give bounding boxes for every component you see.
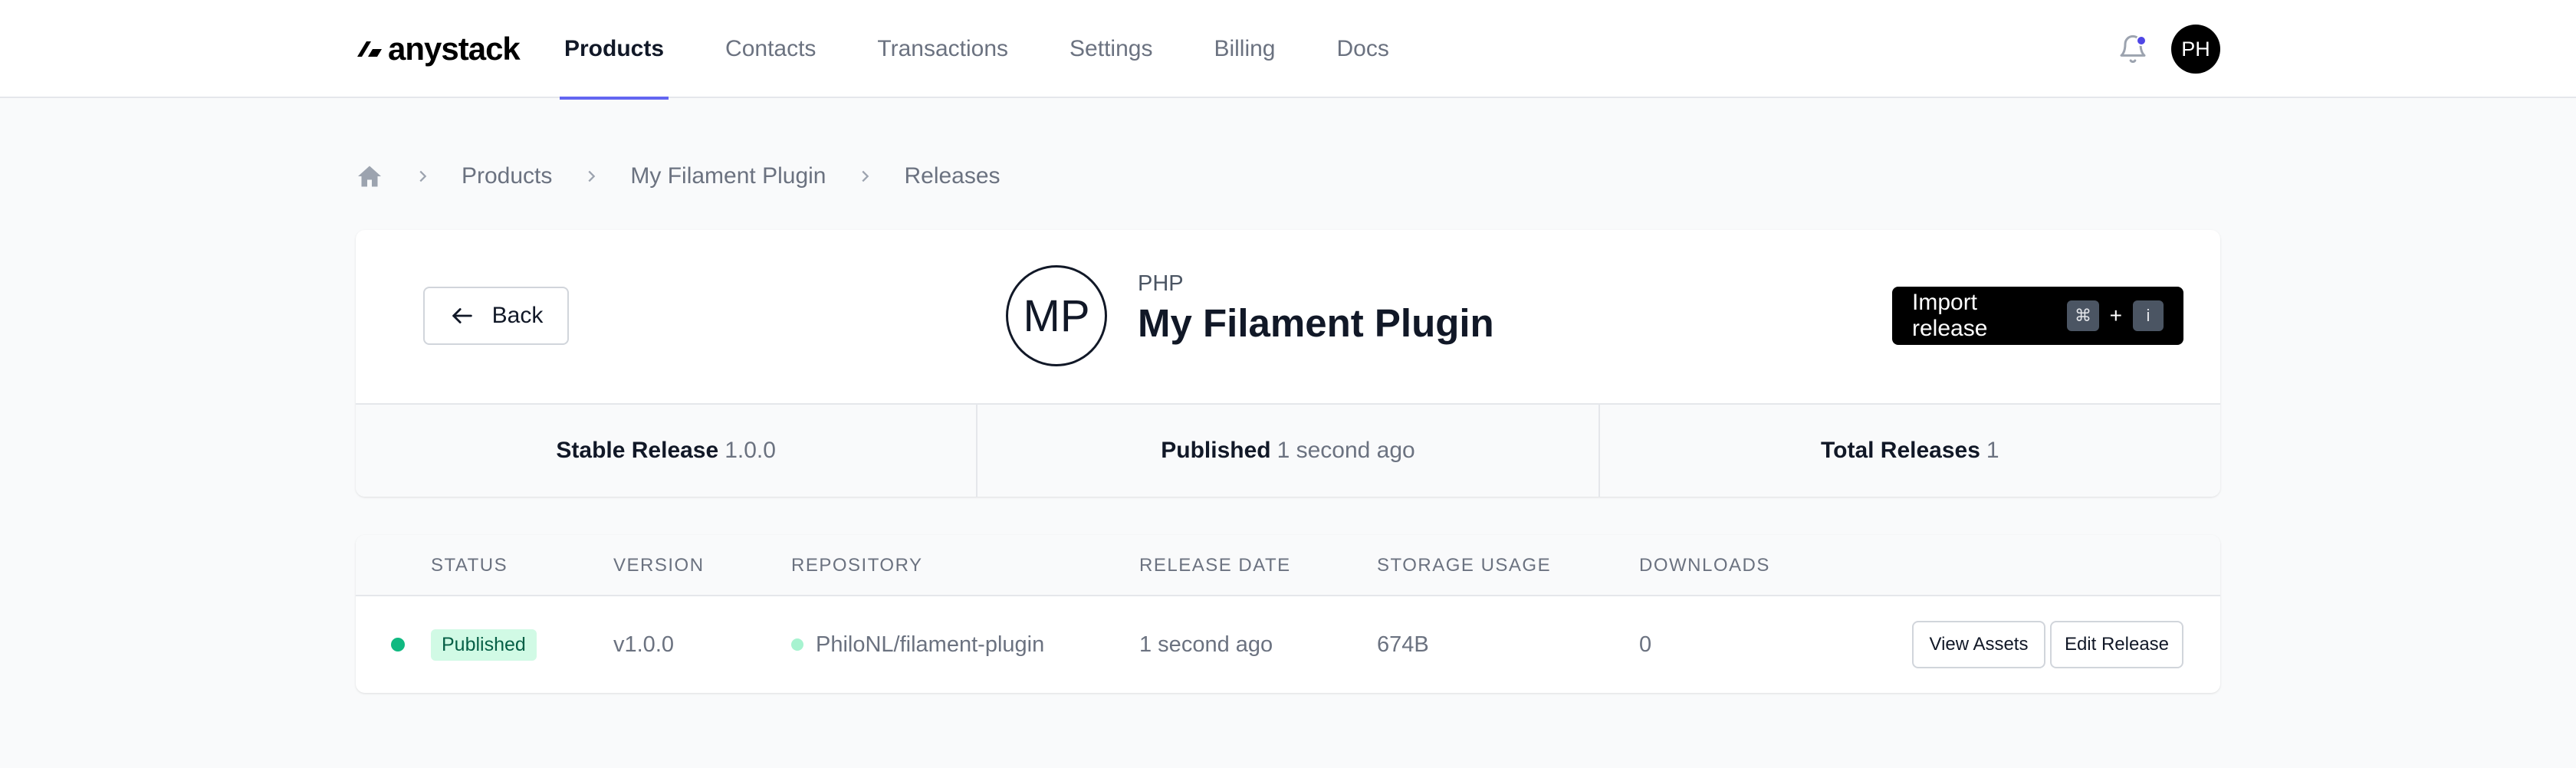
table-row: Published v1.0.0 PhiloNL/filament-plugin… [356,596,2220,693]
releases-table: STATUS VERSION REPOSITORY RELEASE DATE S… [356,535,2220,693]
stat-stable-release: Stable Release 1.0.0 [356,405,976,497]
chevron-right-icon [583,168,600,185]
repository-name: PhiloNL/filament-plugin [816,632,1045,657]
release-stats: Stable Release 1.0.0 Published 1 second … [356,403,2220,497]
status-dot [391,638,405,651]
main-nav: Products Contacts Transactions Settings … [560,0,1446,100]
breadcrumb-products[interactable]: Products [462,163,552,189]
status-indicator [391,596,405,693]
nav-settings[interactable]: Settings [1065,0,1157,98]
product-title: My Filament Plugin [1138,301,1494,345]
column-repository: REPOSITORY [791,555,923,576]
stat-value: 1 second ago [1276,438,1415,463]
status-cell: Published [431,596,537,693]
nav-billing[interactable]: Billing [1209,0,1280,98]
column-release-date: RELEASE DATE [1139,555,1291,576]
back-label: Back [491,303,544,328]
i-key-badge: i [2133,300,2164,331]
release-date-cell: 1 second ago [1139,632,1273,657]
import-release-label: Import release [1912,290,1988,341]
nav-transactions[interactable]: Transactions [872,0,1013,98]
stat-label: Published [1161,438,1271,463]
brand-name: anystack [388,31,521,67]
view-assets-button[interactable]: View Assets [1912,621,2045,668]
stat-value: 1 [1986,438,1999,463]
breadcrumb: Products My Filament Plugin Releases [356,158,1001,195]
repository-status-dot [791,638,803,651]
chevron-right-icon [856,168,873,185]
column-downloads: DOWNLOADS [1639,555,1770,576]
chevron-right-icon [414,168,431,185]
top-navbar: anystack Products Contacts Transactions … [0,0,2576,100]
stat-label: Stable Release [556,438,719,463]
notification-unread-dot [2136,35,2147,46]
storage-cell: 674B [1377,632,1429,657]
downloads-cell: 0 [1639,632,1652,657]
command-key-badge: ⌘ [2067,300,2099,331]
nav-contacts[interactable]: Contacts [721,0,820,98]
stat-published: Published 1 second ago [976,405,1598,497]
stat-value: 1.0.0 [724,438,776,463]
stat-total-releases: Total Releases 1 [1598,405,2220,497]
shortcut-plus: + [2109,304,2122,327]
stat-label: Total Releases [1821,438,1980,463]
breadcrumb-releases[interactable]: Releases [904,163,1000,189]
column-storage-usage: STORAGE USAGE [1377,555,1552,576]
anystack-logo-mark-icon [357,41,382,57]
notifications-bell-icon[interactable] [2118,32,2148,66]
product-header-card: Back MP PHP My Filament Plugin Import re… [356,230,2220,497]
column-version: VERSION [613,555,705,576]
home-icon[interactable] [356,162,383,190]
column-status: STATUS [431,555,508,576]
nav-products[interactable]: Products [560,0,669,100]
user-avatar[interactable]: PH [2171,25,2220,74]
import-release-button[interactable]: Import release ⌘ + i [1892,287,2183,345]
repository-cell: PhiloNL/filament-plugin [791,596,1044,693]
edit-release-button[interactable]: Edit Release [2050,621,2183,668]
status-badge: Published [431,629,537,661]
version-cell: v1.0.0 [613,632,674,657]
breadcrumb-product[interactable]: My Filament Plugin [630,163,826,189]
product-language: PHP [1138,271,1184,296]
nav-docs[interactable]: Docs [1332,0,1394,98]
anystack-logo[interactable]: anystack [354,31,521,67]
back-button[interactable]: Back [423,287,569,345]
product-avatar: MP [1006,265,1107,366]
arrow-left-icon [452,308,472,323]
table-header: STATUS VERSION REPOSITORY RELEASE DATE S… [356,535,2220,596]
